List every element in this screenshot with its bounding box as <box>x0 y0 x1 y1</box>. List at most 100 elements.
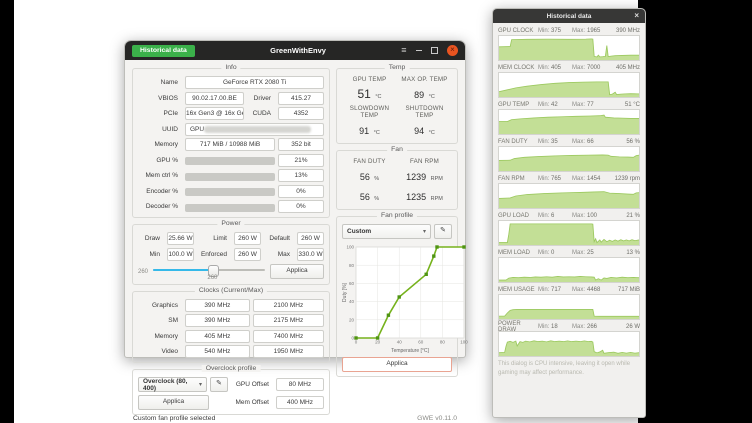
graph-current: 405 MHz <box>610 65 640 71</box>
svg-text:100: 100 <box>346 245 354 250</box>
fan-duty-history-chart <box>498 146 640 172</box>
desktop-canvas: Historical data GreenWithEnvy ≡ × Info N… <box>14 0 638 423</box>
svg-text:Temperature [°C]: Temperature [°C] <box>391 348 429 354</box>
max-op-temp-label: MAX OP. TEMP <box>397 76 452 83</box>
power-apply-button[interactable]: Applica <box>270 264 324 279</box>
chevron-down-icon: ▾ <box>423 228 426 235</box>
fan-profile-apply-button[interactable]: Applica <box>342 357 452 372</box>
graph-current: 26 W <box>610 324 640 330</box>
chevron-down-icon: ▾ <box>199 381 202 388</box>
graph-label: MEM LOAD <box>498 250 538 256</box>
gpu-clock-history-chart <box>498 35 640 61</box>
vbios-value: 90.02.17.00.BE <box>185 92 244 105</box>
graph-max: 7000 <box>587 65 610 71</box>
driver-label: Driver <box>247 93 275 104</box>
graph-max: 266 <box>587 324 610 330</box>
mem-offset-label: Mem Offset <box>231 397 273 408</box>
graph-min: 405 <box>551 65 572 71</box>
decoder-usage-bar <box>185 204 275 212</box>
svg-text:20: 20 <box>375 340 381 345</box>
graph-label: MEM USAGE <box>498 287 538 293</box>
fan-section-title: Fan <box>387 146 407 153</box>
clock-current: 540 MHz <box>185 345 250 358</box>
svg-text:60: 60 <box>349 281 355 286</box>
uuid-prefix: GPU <box>190 124 204 135</box>
power-enforced-value: 260 W <box>234 248 261 261</box>
graph-label: GPU TEMP <box>498 102 538 108</box>
overclock-profile-select[interactable]: Overclock (80, 400) ▾ <box>138 377 207 392</box>
fan-duty-value-2: 56 % <box>342 187 397 205</box>
clock-current: 390 MHz <box>185 314 250 327</box>
graph-min: 6 <box>551 213 572 219</box>
history-graph-row: GPU CLOCK Min: 375 Max: 1965 390 MHz <box>498 26 640 61</box>
gpu-offset-input[interactable]: 80 MHz <box>276 378 324 391</box>
clock-label: Graphics <box>138 300 182 311</box>
memctrl-usage-bar <box>185 173 275 181</box>
gpu-usage-bar <box>185 157 275 165</box>
temp-section: Temp GPU TEMP MAX OP. TEMP 51 °C 89 °C S… <box>336 68 458 144</box>
graph-min: 717 <box>551 287 572 293</box>
close-icon[interactable]: × <box>447 45 458 56</box>
graph-max: 77 <box>587 102 610 108</box>
power-limit-slider[interactable]: 260 <box>153 264 265 280</box>
pcie-value: 16x Gen3 @ 16x Gen1 <box>185 107 244 120</box>
power-draw-value: 25.66 W <box>167 232 194 245</box>
svg-text:Duty [%]: Duty [%] <box>342 282 348 302</box>
edit-fan-profile-button[interactable]: ✎ <box>434 224 452 239</box>
app-version: GWE v0.11.0 <box>417 415 457 422</box>
clocks-section: Clocks (Current/Max) Graphics 390 MHz 21… <box>132 291 330 364</box>
mem-clock-history-chart <box>498 72 640 98</box>
greenwithenvy-window: Historical data GreenWithEnvy ≡ × Info N… <box>124 40 466 358</box>
memctrl-usage-value: 13% <box>278 169 324 182</box>
clock-max: 2175 MHz <box>253 314 324 327</box>
gpu-offset-label: GPU Offset <box>231 379 273 390</box>
historical-data-button[interactable]: Historical data <box>132 45 195 57</box>
vbios-label: VBIOS <box>138 93 182 104</box>
uuid-label: UUID <box>138 124 182 135</box>
graph-max: 4468 <box>587 287 610 293</box>
power-max-value: 330.0 W <box>297 248 324 261</box>
gpu-usage-label: GPU % <box>138 155 182 166</box>
historical-titlebar: Historical data × <box>493 9 645 23</box>
graph-current: 21 % <box>610 213 640 219</box>
overclock-apply-button[interactable]: Applica <box>138 395 209 410</box>
graph-max: 100 <box>587 213 610 219</box>
status-message: Custom fan profile selected <box>133 415 215 422</box>
power-enforced-label: Enforced <box>197 249 231 260</box>
svg-text:40: 40 <box>397 340 403 345</box>
close-icon[interactable]: × <box>634 9 639 23</box>
graph-min: 375 <box>551 28 572 34</box>
cuda-value: 4352 <box>278 107 324 120</box>
svg-text:80: 80 <box>440 340 446 345</box>
cpu-intensive-note: This dialog is CPU intensive, leaving it… <box>498 360 640 377</box>
graph-current: 390 MHz <box>610 28 640 34</box>
max-op-temp-value: 89 °C <box>397 85 452 103</box>
mem-offset-input[interactable]: 400 MHz <box>276 396 324 409</box>
power-slider-min-label: 260 <box>138 269 148 275</box>
graph-min: 0 <box>551 250 572 256</box>
uuid-value: GPU <box>185 123 324 136</box>
history-graph-row: GPU LOAD Min: 6 Max: 100 21 % <box>498 211 640 246</box>
clock-current: 405 MHz <box>185 330 250 343</box>
power-draw-history-chart <box>498 331 640 357</box>
maximize-icon[interactable] <box>431 47 439 55</box>
menu-icon[interactable]: ≡ <box>401 46 406 55</box>
graph-min: 18 <box>551 324 572 330</box>
statusbar: Custom fan profile selected GWE v0.11.0 <box>125 415 465 422</box>
fan-profile-select[interactable]: Custom ▾ <box>342 224 431 239</box>
graph-max: 66 <box>587 139 610 145</box>
gpu-usage-value: 21% <box>278 154 324 167</box>
history-graph-row: GPU TEMP Min: 42 Max: 77 51 °C <box>498 100 640 135</box>
minimize-icon[interactable] <box>416 50 422 52</box>
power-default-label: Default <box>264 233 294 244</box>
clock-label: Video <box>138 346 182 357</box>
encoder-usage-value: 0% <box>278 185 324 198</box>
svg-text:60: 60 <box>418 340 424 345</box>
info-section-title: Info <box>221 64 240 71</box>
graph-min: 765 <box>551 176 572 182</box>
history-graph-row: MEM LOAD Min: 0 Max: 25 13 % <box>498 248 640 283</box>
encoder-usage-label: Encoder % <box>138 186 182 197</box>
uuid-redacted <box>204 126 311 133</box>
edit-overclock-profile-button[interactable]: ✎ <box>210 377 228 392</box>
graph-current: 1239 rpm <box>610 176 640 182</box>
